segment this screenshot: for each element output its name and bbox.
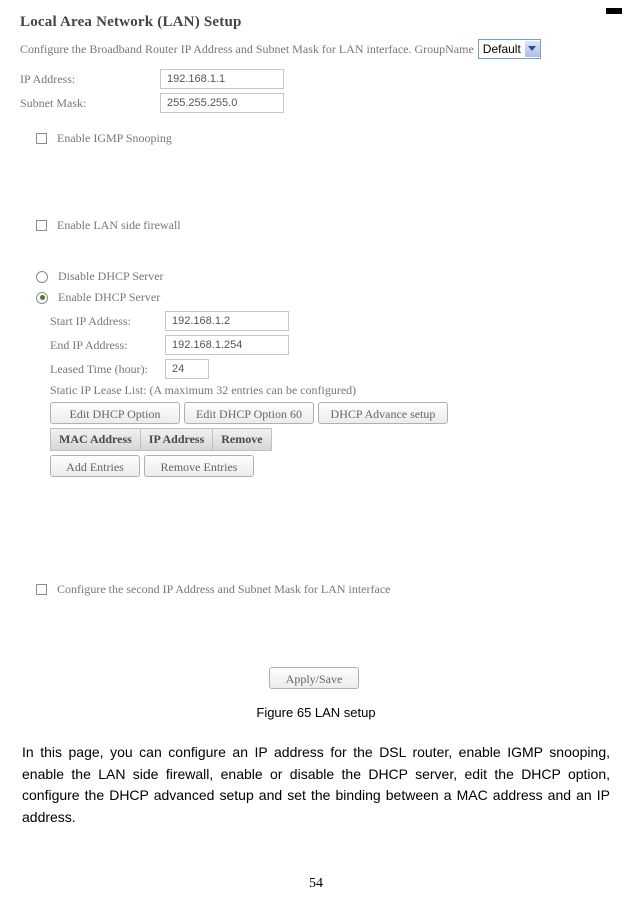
figure-caption: Figure 65 LAN setup	[20, 705, 612, 720]
end-ip-label: End IP Address:	[50, 338, 165, 353]
page-number: 54	[0, 876, 632, 892]
radio-selected-dot	[40, 295, 45, 300]
enable-dhcp-radio[interactable]	[36, 292, 48, 304]
igmp-snooping-label: Enable IGMP Snooping	[57, 131, 172, 146]
edit-dhcp-option-button[interactable]: Edit DHCP Option	[50, 402, 180, 424]
second-ip-label: Configure the second IP Address and Subn…	[57, 582, 390, 597]
table-header-remove: Remove	[212, 428, 271, 451]
enable-dhcp-label: Enable DHCP Server	[58, 290, 160, 305]
groupname-value: Default	[483, 42, 521, 56]
disable-dhcp-label: Disable DHCP Server	[58, 269, 164, 284]
description-text: Configure the Broadband Router IP Addres…	[20, 42, 474, 57]
leased-time-input[interactable]	[165, 359, 209, 379]
apply-save-button[interactable]: Apply/Save	[269, 667, 359, 689]
add-entries-button[interactable]: Add Entries	[50, 455, 140, 477]
subnet-mask-input[interactable]	[160, 93, 284, 113]
lan-firewall-checkbox[interactable]	[36, 220, 47, 231]
leased-time-label: Leased Time (hour):	[50, 362, 165, 377]
edit-dhcp-option-60-button[interactable]: Edit DHCP Option 60	[184, 402, 314, 424]
dhcp-advance-setup-button[interactable]: DHCP Advance setup	[318, 402, 448, 424]
static-lease-label: Static IP Lease List: (A maximum 32 entr…	[50, 383, 356, 398]
section-description: Configure the Broadband Router IP Addres…	[20, 39, 612, 59]
body-paragraph: In this page, you can configure an IP ad…	[22, 742, 610, 829]
subnet-mask-label: Subnet Mask:	[20, 96, 160, 111]
table-header-ip: IP Address	[140, 428, 213, 451]
start-ip-label: Start IP Address:	[50, 314, 165, 329]
igmp-snooping-checkbox[interactable]	[36, 133, 47, 144]
second-ip-checkbox[interactable]	[36, 584, 47, 595]
remove-entries-button[interactable]: Remove Entries	[144, 455, 254, 477]
end-ip-input[interactable]	[165, 335, 289, 355]
chevron-down-icon	[525, 41, 540, 57]
start-ip-input[interactable]	[165, 311, 289, 331]
top-right-notch	[606, 8, 622, 14]
ip-address-label: IP Address:	[20, 72, 160, 87]
table-header-mac: MAC Address	[50, 428, 141, 451]
ip-address-input[interactable]	[160, 69, 284, 89]
groupname-select[interactable]: Default	[478, 39, 541, 59]
section-title: Local Area Network (LAN) Setup	[20, 14, 612, 31]
disable-dhcp-radio[interactable]	[36, 271, 48, 283]
lan-firewall-label: Enable LAN side firewall	[57, 218, 181, 233]
